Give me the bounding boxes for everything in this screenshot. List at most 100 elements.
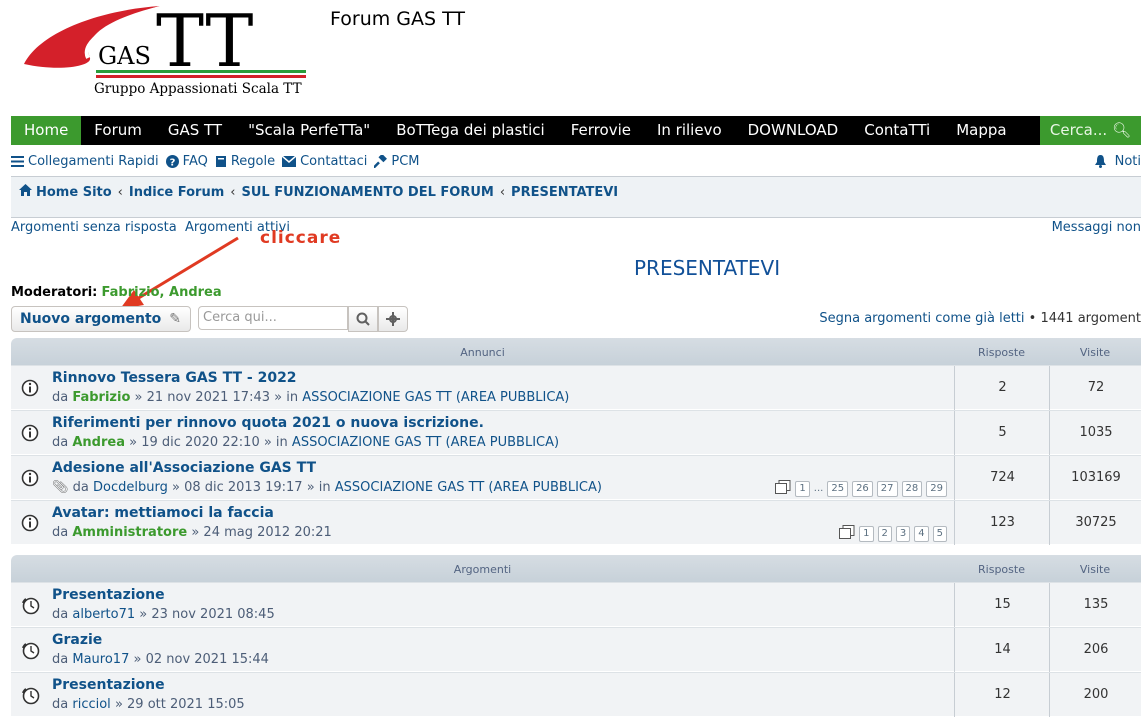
topic-pagination: 1... 25 26 27 28 29 — [775, 480, 947, 497]
replies-count: 724 — [954, 456, 1050, 500]
topic-read-icon[interactable] — [21, 596, 41, 620]
nav-gas-tt[interactable]: GAS TT — [155, 116, 235, 145]
quick-links-menu[interactable]: Collegamenti Rapidi — [11, 154, 159, 169]
pcm-link[interactable]: PCM — [374, 154, 420, 169]
topic-date: » 23 nov 2021 08:45 — [139, 607, 275, 622]
advanced-search-button[interactable] — [378, 306, 408, 332]
page-link[interactable]: 5 — [932, 525, 947, 542]
nav-scala-perfetta[interactable]: "Scala PerfeTTa" — [235, 116, 383, 145]
views-count: 30725 — [1049, 501, 1141, 545]
topic-author-link[interactable]: Amministratore — [72, 525, 187, 540]
topic-forum-link[interactable]: ASSOCIAZIONE GAS TT (AREA PUBBLICA) — [292, 435, 559, 450]
topic-date: » 02 nov 2021 15:44 — [133, 652, 269, 667]
page-link[interactable]: 25 — [827, 480, 849, 497]
nav-download[interactable]: DOWNLOAD — [735, 116, 852, 145]
topic-author-link[interactable]: Fabrizio — [72, 390, 130, 405]
site-logo[interactable]: GAS TT Gruppo Appassionati Scala TT — [20, 0, 310, 100]
topic-forum-link[interactable]: ASSOCIAZIONE GAS TT (AREA PUBBLICA) — [335, 480, 602, 495]
mark-topics-read-link[interactable]: Segna argomenti come già letti — [819, 311, 1024, 326]
topic-row: Grazie da Mauro17 » 02 nov 2021 15:44 14 20… — [11, 627, 1141, 672]
topic-author-link[interactable]: Andrea — [72, 435, 125, 450]
topic-date: » 19 dic 2020 22:10 » in — [129, 435, 288, 450]
nav-search-button[interactable]: Cerca... 🔍︎ — [1039, 116, 1141, 145]
nav-contatti[interactable]: ContaTTi — [851, 116, 943, 145]
topic-meta: da ricciol » 29 ott 2021 15:05 — [52, 697, 245, 712]
envelope-icon — [282, 155, 297, 167]
header: GAS TT Gruppo Appassionati Scala TT Foru… — [0, 0, 1141, 114]
announcement-row: Riferimenti per rinnovo quota 2021 o nuo… — [11, 410, 1141, 455]
page-link[interactable]: 29 — [926, 480, 947, 497]
info-icon[interactable] — [21, 424, 39, 446]
info-icon[interactable] — [21, 514, 39, 536]
forum-search-button[interactable] — [348, 306, 378, 332]
forum-title[interactable]: PRESENTATEVI — [634, 256, 780, 280]
nav-mappa[interactable]: Mappa — [943, 116, 1019, 145]
topic-author-link[interactable]: Docdelburg — [93, 480, 168, 495]
announcement-row: Rinnovo Tessera GAS TT - 2022 da Fabrizio… — [11, 365, 1141, 410]
views-column-header: Visite — [1079, 563, 1111, 576]
topic-forum-link[interactable]: ASSOCIAZIONE GAS TT (AREA PUBBLICA) — [302, 390, 569, 405]
breadcrumb-home-site[interactable]: Home Sito — [36, 185, 112, 200]
topic-read-icon[interactable] — [21, 686, 41, 710]
info-icon[interactable] — [21, 469, 39, 491]
chevron-left-icon: ‹ — [499, 184, 506, 200]
forum-search-input[interactable]: Cerca qui... — [198, 306, 348, 330]
topic-author-link[interactable]: alberto71 — [72, 607, 135, 622]
page-link[interactable]: 2 — [877, 525, 892, 542]
pages-icon — [839, 525, 855, 542]
nav-bottega[interactable]: BoTTega dei plastici — [383, 116, 558, 145]
breadcrumb-current[interactable]: PRESENTATEVI — [511, 185, 618, 200]
topic-title-link[interactable]: Presentazione — [52, 677, 165, 693]
new-topic-button[interactable]: Nuovo argomento ✎ — [11, 306, 191, 332]
svg-text:Gruppo Appassionati Scala TT: Gruppo Appassionati Scala TT — [94, 81, 302, 97]
topic-author-link[interactable]: Mauro17 — [72, 652, 129, 667]
topic-by-label: da — [72, 480, 89, 495]
topic-pagination: 12345 — [839, 525, 947, 542]
topic-by-label: da — [52, 697, 69, 712]
faq-link[interactable]: ? FAQ — [165, 154, 208, 169]
page-link[interactable]: 1 — [859, 525, 874, 542]
home-icon — [19, 184, 32, 200]
page-link[interactable]: 26 — [852, 480, 873, 497]
page-link[interactable]: 27 — [876, 480, 898, 497]
rules-link[interactable]: Regole — [215, 154, 275, 169]
topic-title-link[interactable]: Presentazione — [52, 587, 165, 603]
topic-title-link[interactable]: Avatar: mettiamoci la faccia — [52, 505, 274, 521]
breadcrumb-bar: Home Sito ‹ Indice Forum ‹ SUL FUNZIONAM… — [11, 176, 1141, 218]
nav-in-rilievo[interactable]: In rilievo — [644, 116, 735, 145]
topic-read-icon[interactable] — [21, 641, 41, 665]
page-link[interactable]: 1 — [795, 480, 810, 497]
views-column-header: Visite — [1079, 346, 1111, 359]
breadcrumb-category[interactable]: SUL FUNZIONAMENTO DEL FORUM — [241, 185, 493, 200]
rules-label: Regole — [230, 153, 276, 169]
topic-by-label: da — [52, 390, 69, 405]
info-icon[interactable] — [21, 379, 39, 401]
menu-icon — [11, 155, 24, 167]
topic-title-link[interactable]: Adesione all'Associazione GAS TT — [52, 460, 316, 476]
sub-navbar: Collegamenti Rapidi ? FAQ Regole Contatt… — [11, 150, 1141, 172]
topic-by-label: da — [52, 607, 69, 622]
views-count: 200 — [1049, 673, 1141, 717]
unread-posts-link[interactable]: Messaggi non — [1052, 220, 1141, 235]
topic-actions-right: Segna argomenti come già letti • 1441 ar… — [819, 311, 1141, 326]
page-link[interactable]: 3 — [895, 525, 911, 542]
announcement-row: Adesione all'Associazione GAS TT 📎︎ da Do… — [11, 455, 1141, 500]
nav-ferrovie[interactable]: Ferrovie — [558, 116, 644, 145]
page-link[interactable]: 28 — [901, 480, 923, 497]
nav-home[interactable]: Home — [11, 116, 82, 145]
notifications-link[interactable]: Noti — [1094, 154, 1141, 169]
search-icon — [356, 312, 370, 326]
page-link[interactable]: 4 — [914, 525, 929, 542]
breadcrumb-forum-index[interactable]: Indice Forum — [129, 185, 224, 200]
moderators-names[interactable]: Fabrizio, Andrea — [102, 285, 222, 300]
topic-meta: 📎︎ da Docdelburg » 08 dic 2013 19:17 » i… — [52, 480, 602, 495]
topic-title-link[interactable]: Grazie — [52, 632, 102, 648]
topic-title-link[interactable]: Rinnovo Tessera GAS TT - 2022 — [52, 370, 297, 386]
contact-link[interactable]: Contattaci — [282, 154, 367, 169]
replies-count: 2 — [954, 366, 1050, 410]
question-icon: ? — [165, 154, 179, 168]
topic-author-link[interactable]: ricciol — [72, 697, 110, 712]
paperclip-icon: 📎︎ — [52, 480, 73, 495]
topic-title-link[interactable]: Riferimenti per rinnovo quota 2021 o nuo… — [52, 415, 484, 431]
nav-forum[interactable]: Forum — [81, 116, 155, 145]
